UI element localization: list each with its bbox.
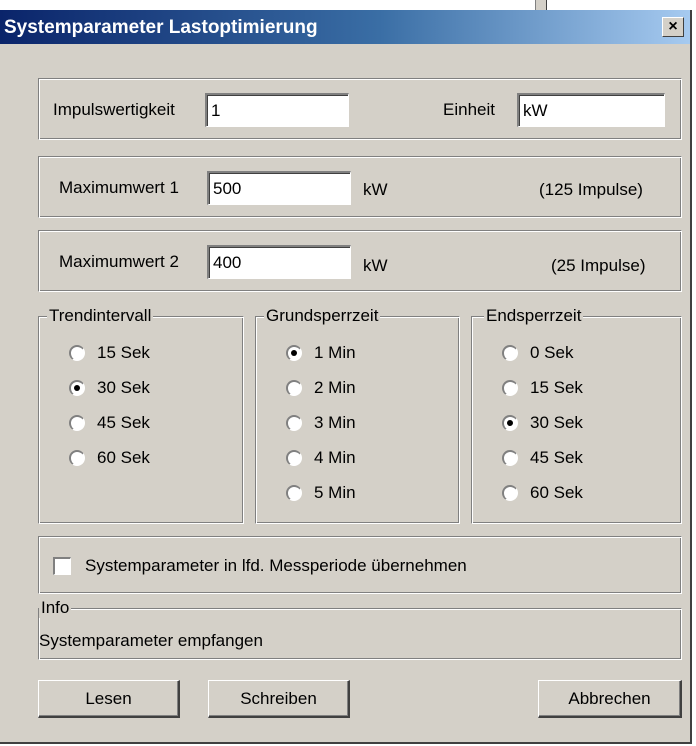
trend-group: Trendintervall 15 Sek 30 Sek 45 Sek 60 Sek xyxy=(38,306,244,524)
max2-input[interactable] xyxy=(207,245,351,279)
radio-label: 1 Min xyxy=(314,343,356,362)
info-text: Systemparameter empfangen xyxy=(39,631,263,650)
radio-label: 15 Sek xyxy=(97,343,150,362)
max2-impulses: (25 Impulse) xyxy=(551,256,646,275)
radio-label: 60 Sek xyxy=(530,483,583,502)
unit-input[interactable] xyxy=(517,93,665,127)
info-group-title: Info xyxy=(39,598,72,618)
radio-label: 30 Sek xyxy=(97,378,150,397)
apply-panel: Systemparameter in lfd. Messperiode über… xyxy=(38,536,682,594)
radio-label: 2 Min xyxy=(314,378,356,397)
radio-button[interactable] xyxy=(69,380,85,396)
radio-label: 5 Min xyxy=(314,483,356,502)
max1-label: Maximumwert 1 xyxy=(59,178,179,197)
max2-panel: Maximumwert 2 kW (25 Impulse) xyxy=(38,230,682,292)
radio-button[interactable] xyxy=(502,380,518,396)
radio-button[interactable] xyxy=(286,380,302,396)
radio-button[interactable] xyxy=(286,450,302,466)
radio-button[interactable] xyxy=(502,415,518,431)
unit-label: Einheit xyxy=(443,100,495,119)
radio-label: 15 Sek xyxy=(530,378,583,397)
end-group: Endsperrzeit 0 Sek 15 Sek 30 Sek 45 Sek 60 S… xyxy=(471,306,682,524)
radio-label: 60 Sek xyxy=(97,448,150,467)
read-button[interactable]: Lesen xyxy=(38,680,180,718)
impulse-input[interactable] xyxy=(205,93,349,127)
radio-label: 3 Min xyxy=(314,413,356,432)
radio-label: 45 Sek xyxy=(97,413,150,432)
info-group: Info Systemparameter empfangen xyxy=(38,598,682,660)
write-button[interactable]: Schreiben xyxy=(208,680,350,718)
max2-unit: kW xyxy=(363,256,388,275)
radio-button[interactable] xyxy=(502,345,518,361)
apply-checkbox-label: Systemparameter in lfd. Messperiode über… xyxy=(85,556,467,575)
max2-label: Maximumwert 2 xyxy=(59,252,179,271)
window-title: Systemparameter Lastoptimierung xyxy=(4,17,318,38)
dialog-window: Systemparameter Lastoptimierung × Impuls… xyxy=(0,10,692,744)
cancel-button[interactable]: Abbrechen xyxy=(538,680,682,718)
radio-button[interactable] xyxy=(502,485,518,501)
radio-button[interactable] xyxy=(69,345,85,361)
title-bar[interactable]: Systemparameter Lastoptimierung × xyxy=(0,10,690,44)
end-group-title: Endsperrzeit xyxy=(484,306,584,326)
apply-checkbox[interactable] xyxy=(53,557,71,575)
radio-button[interactable] xyxy=(286,415,302,431)
trend-group-title: Trendintervall xyxy=(47,306,154,326)
radio-button[interactable] xyxy=(286,485,302,501)
close-button[interactable]: × xyxy=(662,17,684,37)
impulse-label: Impulswertigkeit xyxy=(53,100,175,119)
radio-button[interactable] xyxy=(286,345,302,361)
radio-button[interactable] xyxy=(69,450,85,466)
radio-label: 45 Sek xyxy=(530,448,583,467)
grund-group: Grundsperrzeit 1 Min 2 Min 3 Min 4 Min 5 Min xyxy=(255,306,460,524)
max1-impulses: (125 Impulse) xyxy=(539,180,643,199)
background-window-edge xyxy=(535,0,547,10)
grund-group-title: Grundsperrzeit xyxy=(264,306,381,326)
max1-input[interactable] xyxy=(207,171,351,205)
radio-button[interactable] xyxy=(69,415,85,431)
close-icon: × xyxy=(668,18,678,35)
impulse-panel: Impulswertigkeit Einheit xyxy=(38,78,682,140)
max1-unit: kW xyxy=(363,180,388,199)
radio-button[interactable] xyxy=(502,450,518,466)
radio-label: 4 Min xyxy=(314,448,356,467)
radio-label: 0 Sek xyxy=(530,343,574,362)
max1-panel: Maximumwert 1 kW (125 Impulse) xyxy=(38,156,682,218)
radio-label: 30 Sek xyxy=(530,413,583,432)
